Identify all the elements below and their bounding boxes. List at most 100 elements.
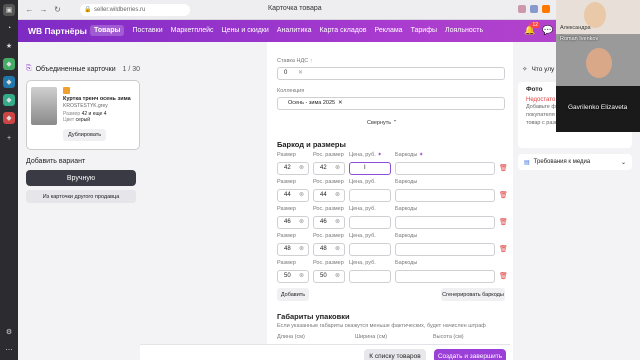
barcode-input[interactable] [395, 162, 495, 175]
chevron-down-icon: ⌄ [620, 159, 626, 166]
media-requirements[interactable]: ▤ Требования к медиа ⌄ [518, 154, 632, 170]
product-badge [63, 87, 70, 94]
from-other-seller-button[interactable]: Из карточки другого продавца [26, 190, 136, 203]
bookmark-icon[interactable]: ★ [3, 40, 15, 52]
participant-name: Gavrilenko Elizaveta [568, 104, 628, 111]
size-input[interactable]: 50 ⊗ [277, 270, 309, 283]
clear-icon[interactable]: ⊗ [335, 244, 340, 255]
barcode-input[interactable] [395, 189, 495, 202]
trash-icon[interactable]: 🗑 [499, 245, 508, 253]
col-size-label: Размер [277, 233, 296, 239]
duplicate-button[interactable]: Дублировать [63, 129, 107, 141]
ru-size-input[interactable]: 42 ⊗ [313, 162, 345, 175]
united-cards-panel: ⎘ Объединенные карточки 1 / 30 Куртка тр… [26, 62, 140, 203]
barcode-section-title: Баркод и размеры [277, 140, 346, 149]
extension-icon[interactable] [518, 5, 526, 13]
col-ru-size-label: Рос. размер [313, 152, 344, 158]
add-size-button[interactable]: Добавить [277, 288, 309, 301]
price-input[interactable]: I [349, 162, 391, 175]
trash-icon[interactable]: 🗑 [499, 272, 508, 280]
flag-icon: ▤ [524, 159, 530, 166]
history-icon[interactable]: ◔ [3, 22, 15, 34]
forward-icon[interactable]: → [38, 4, 49, 15]
ru-size-input[interactable]: 46 ⊗ [313, 216, 345, 229]
menu-item-products[interactable]: Товары [90, 25, 125, 36]
size-input[interactable]: 48 ⊗ [277, 243, 309, 256]
logo[interactable]: WB Партнёры [28, 26, 87, 36]
trash-icon[interactable]: 🗑 [499, 164, 508, 172]
price-input[interactable] [349, 243, 391, 256]
color-value: серый [75, 117, 91, 123]
col-ru-size-label: Рос. размер [313, 233, 344, 239]
ru-size-input[interactable]: 44 ⊗ [313, 189, 345, 202]
cards-icon: ⎘ [26, 65, 32, 72]
more-icon[interactable]: ⋯ [3, 344, 15, 356]
participant-name: Александра [560, 25, 591, 31]
price-input[interactable] [349, 189, 391, 202]
clear-icon[interactable]: ⊗ [335, 217, 340, 228]
clear-icon[interactable]: ⊗ [335, 163, 340, 174]
ru-size-input[interactable]: 50 ⊗ [313, 270, 345, 283]
generate-barcodes-button[interactable]: Сгенерировать баркоды [441, 288, 505, 301]
clear-icon[interactable]: ⊗ [299, 163, 304, 174]
clear-icon[interactable]: ✕ [298, 68, 303, 79]
menu-item-analytics[interactable]: Аналитика [277, 27, 312, 36]
app-icon[interactable]: ◆ [3, 94, 15, 106]
settings-icon[interactable]: ⚙ [3, 326, 15, 338]
clear-icon[interactable]: ⊗ [299, 244, 304, 255]
size-input[interactable]: 44 ⊗ [277, 189, 309, 202]
clear-icon[interactable]: ⊗ [299, 217, 304, 228]
size-input[interactable]: 42 ⊗ [277, 162, 309, 175]
add-variant-title: Добавить вариант [26, 158, 86, 165]
product-image [31, 87, 57, 125]
clear-icon[interactable]: ✕ [338, 98, 343, 109]
video-tile: Roman Ivenkov [556, 34, 640, 86]
info-icon[interactable]: ↑ [310, 58, 313, 64]
clear-icon[interactable]: ⊗ [299, 271, 304, 282]
menu-item-warehouses[interactable]: Карта складов [319, 27, 366, 36]
app-icon[interactable]: ◆ [3, 58, 15, 70]
manual-button[interactable]: Вручную [26, 170, 136, 186]
barcode-input[interactable] [395, 216, 495, 229]
extension-icon[interactable] [530, 5, 538, 13]
url-bar[interactable]: 🔒 seller.wildberries.ru [80, 4, 190, 16]
app-icon[interactable]: ◆ [3, 76, 15, 88]
menu-item-marketplace[interactable]: Маркетплейс [171, 27, 214, 36]
collapse-button[interactable]: Свернуть ⌃ [367, 120, 397, 126]
menu-item-prices[interactable]: Цены и скидки [222, 27, 269, 36]
barcode-input[interactable] [395, 243, 495, 256]
size-value: 42 [284, 165, 291, 171]
app-icon[interactable]: ◆ [3, 112, 15, 124]
menu-item-tariffs[interactable]: Тарифы [411, 27, 437, 36]
trash-icon[interactable]: 🗑 [499, 218, 508, 226]
to-list-button[interactable]: К списку товаров [364, 349, 426, 360]
barcode-input[interactable] [395, 270, 495, 283]
chat-icon[interactable]: 💬 [542, 25, 553, 36]
clear-icon[interactable]: ⊗ [335, 190, 340, 201]
product-card[interactable]: Куртка тренч осень зима KROSTESTYK.grey … [26, 80, 140, 150]
menu-item-supplies[interactable]: Поставки [132, 27, 162, 36]
vat-field[interactable]: 0 ✕ [277, 67, 505, 80]
clear-icon[interactable]: ⊗ [335, 271, 340, 282]
add-icon[interactable]: + [3, 132, 15, 144]
menu-item-loyalty[interactable]: Лояльность [445, 27, 483, 36]
price-input[interactable] [349, 270, 391, 283]
size-input[interactable]: 46 ⊗ [277, 216, 309, 229]
united-cards-header: ⎘ Объединенные карточки 1 / 30 [26, 62, 140, 76]
vat-value: 0 [284, 70, 288, 76]
url-text: seller.wildberries.ru [94, 7, 146, 13]
back-icon[interactable]: ← [24, 4, 35, 15]
ru-size-input[interactable]: 48 ⊗ [313, 243, 345, 256]
collection-field[interactable]: Осень - зима 2025 ✕ [277, 97, 505, 110]
clear-icon[interactable]: ⊗ [299, 190, 304, 201]
trash-icon[interactable]: 🗑 [499, 191, 508, 199]
size-value: 44 [284, 192, 291, 198]
tab-icon[interactable]: ▣ [3, 4, 15, 16]
reload-icon[interactable]: ↻ [52, 4, 63, 15]
bell-icon[interactable]: 🔔 12 [524, 22, 540, 36]
text-cursor: I [364, 165, 366, 171]
menu-item-ads[interactable]: Реклама [374, 27, 402, 36]
price-input[interactable] [349, 216, 391, 229]
create-and-finish-button[interactable]: Создать и завершить [434, 349, 506, 360]
extension-icon[interactable] [542, 5, 550, 13]
